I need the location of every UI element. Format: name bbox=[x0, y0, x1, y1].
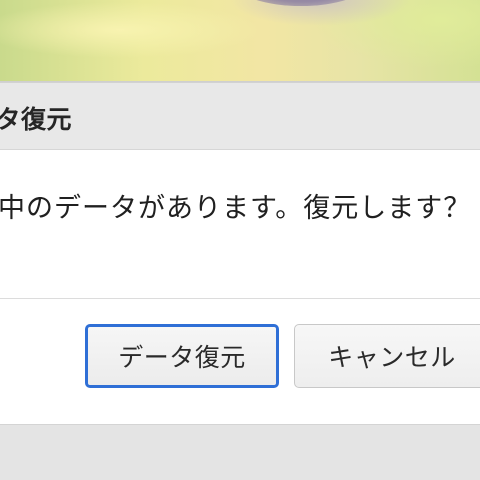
background-image bbox=[0, 0, 480, 82]
restore-data-button[interactable]: データ復元 bbox=[85, 324, 279, 388]
background-flower bbox=[236, 0, 366, 6]
dialog-title: ータ復元 bbox=[0, 105, 73, 134]
bottom-bar bbox=[0, 424, 480, 480]
dialog-divider bbox=[0, 298, 480, 299]
cancel-button[interactable]: キャンセル bbox=[294, 324, 480, 388]
dialog-message: 集中のデータがあります。復元します？ bbox=[0, 193, 472, 224]
screen: ータ復元 集中のデータがあります。復元します？ データ復元 キャンセル bbox=[0, 0, 480, 480]
dialog-header: ータ復元 bbox=[0, 82, 480, 150]
restore-dialog: ータ復元 集中のデータがあります。復元します？ データ復元 キャンセル bbox=[0, 82, 480, 424]
